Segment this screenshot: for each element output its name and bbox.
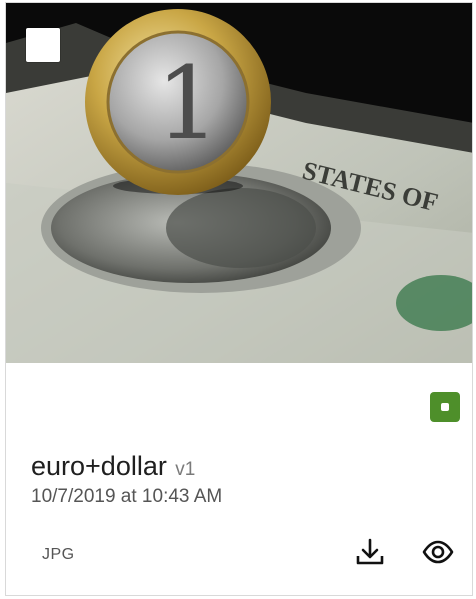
asset-timestamp: 10/7/2019 at 10:43 AM <box>31 486 223 507</box>
eye-icon <box>422 540 454 564</box>
asset-card[interactable]: STATES OF 1 euro+dollar v1 10/7/2019 at … <box>5 2 473 596</box>
select-checkbox[interactable] <box>26 28 60 62</box>
file-type-label: JPG <box>42 546 75 563</box>
asset-version: v1 <box>175 459 196 480</box>
asset-name[interactable]: euro+dollar <box>31 451 167 481</box>
preview-button[interactable] <box>420 534 456 570</box>
download-button[interactable] <box>352 534 388 570</box>
asset-title[interactable]: euro+dollar v1 <box>31 451 195 482</box>
status-badge <box>430 392 460 422</box>
status-square-icon <box>441 403 449 411</box>
coin-number: 1 <box>156 45 220 162</box>
download-icon <box>356 538 384 565</box>
asset-thumbnail[interactable]: STATES OF 1 <box>6 3 472 363</box>
